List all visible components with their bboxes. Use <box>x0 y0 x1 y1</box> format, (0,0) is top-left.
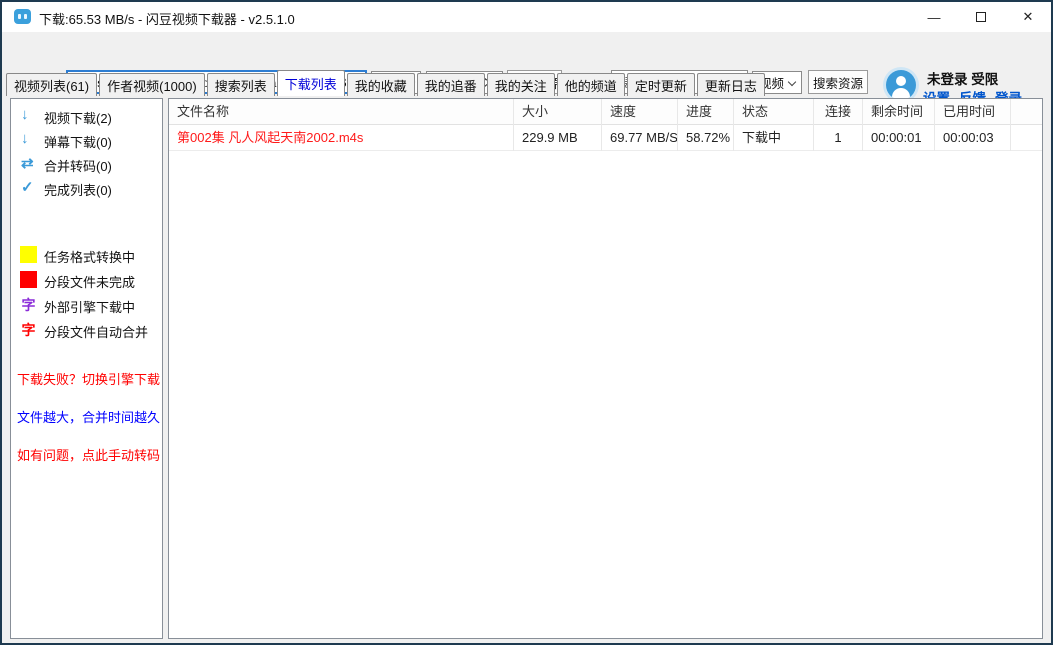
yellow-swatch-icon <box>20 246 37 263</box>
legend-item: 任务格式转换中 <box>11 245 162 267</box>
legend-item: 分段文件未完成 <box>11 270 162 292</box>
note-manual-transcode[interactable]: 如有问题，点此手动转码 <box>17 445 160 464</box>
tab-scheduled-update[interactable]: 定时更新 <box>627 73 695 96</box>
col-connections[interactable]: 连接 <box>814 99 863 125</box>
table-header: 文件名称 大小 速度 进度 状态 连接 剩余时间 已用时间 <box>169 99 1042 125</box>
red-char-icon: 字 <box>20 320 37 340</box>
app-window: 下载:65.53 MB/s - 闪豆视频下载器 - v2.5.1.0 — ✕ 解… <box>0 0 1053 645</box>
tab-my-bangumi[interactable]: 我的追番 <box>417 73 485 96</box>
cell-elapsed-time: 00:00:03 <box>935 125 1011 151</box>
toolbar: 解 析: 自动 MP4-AVC 解析资源 搜 索: 视频 搜索资源 未登录 受限… <box>2 32 1051 70</box>
sidebar-item-label: 完成列表(0) <box>44 180 112 199</box>
sidebar-item-label: 弹幕下载(0) <box>44 132 112 151</box>
tab-update-log[interactable]: 更新日志 <box>697 73 765 96</box>
col-elapsed-time[interactable]: 已用时间 <box>935 99 1011 125</box>
download-table: 文件名称 大小 速度 进度 状态 连接 剩余时间 已用时间 第002集 凡人风起… <box>168 98 1043 639</box>
purple-char-icon: 字 <box>20 295 37 315</box>
sidebar-item-completed-list[interactable]: ✓ 完成列表(0) <box>11 177 162 201</box>
col-size[interactable]: 大小 <box>514 99 602 125</box>
download-icon: ↓ <box>21 130 39 147</box>
cell-status: 下载中 <box>734 125 814 151</box>
merge-arrows-icon: ⇄ <box>21 154 39 172</box>
col-remaining-time[interactable]: 剩余时间 <box>863 99 935 125</box>
tab-strip: 视频列表(61) 作者视频(1000) 搜索列表 下载列表 我的收藏 我的追番 … <box>6 70 1051 96</box>
check-icon: ✓ <box>21 178 39 196</box>
close-button[interactable]: ✕ <box>1005 2 1051 32</box>
maximize-button[interactable] <box>958 2 1004 32</box>
sidebar: ↓ 视频下载(2) ↓ 弹幕下载(0) ⇄ 合并转码(0) ✓ 完成列表(0) … <box>10 98 163 639</box>
table-row[interactable]: 第002集 凡人风起天南2002.m4s 229.9 MB 69.77 MB/S… <box>169 125 1042 151</box>
sidebar-item-danmaku-download[interactable]: ↓ 弹幕下载(0) <box>11 129 162 153</box>
sidebar-item-label: 视频下载(2) <box>44 108 112 127</box>
minimize-button[interactable]: — <box>911 2 957 32</box>
tab-his-channel[interactable]: 他的频道 <box>557 73 625 96</box>
sidebar-item-merge-transcode[interactable]: ⇄ 合并转码(0) <box>11 153 162 177</box>
col-filename[interactable]: 文件名称 <box>169 99 514 125</box>
col-status[interactable]: 状态 <box>734 99 814 125</box>
legend-item: 字 外部引擎下载中 <box>11 295 162 317</box>
app-logo-icon <box>14 9 31 24</box>
sidebar-item-video-download[interactable]: ↓ 视频下载(2) <box>11 105 162 129</box>
tab-author-videos[interactable]: 作者视频(1000) <box>99 73 205 96</box>
cell-progress: 58.72% <box>678 125 734 151</box>
maximize-icon <box>976 12 986 22</box>
legend-item: 字 分段文件自动合并 <box>11 320 162 342</box>
cell-filler <box>1011 125 1042 151</box>
tab-search-list[interactable]: 搜索列表 <box>207 73 275 96</box>
download-icon: ↓ <box>21 106 39 123</box>
red-swatch-icon <box>20 271 37 288</box>
window-title: 下载:65.53 MB/s - 闪豆视频下载器 - v2.5.1.0 <box>39 9 295 28</box>
sidebar-item-label: 合并转码(0) <box>44 156 112 175</box>
cell-remaining-time: 00:00:01 <box>863 125 935 151</box>
tab-my-favorites[interactable]: 我的收藏 <box>347 73 415 96</box>
col-progress[interactable]: 进度 <box>678 99 734 125</box>
note-switch-engine[interactable]: 下载失败？切换引擎下载 <box>17 369 160 388</box>
col-speed[interactable]: 速度 <box>602 99 678 125</box>
cell-connections: 1 <box>814 125 863 151</box>
cell-speed: 69.77 MB/S <box>602 125 678 151</box>
cell-size: 229.9 MB <box>514 125 602 151</box>
tab-my-follows[interactable]: 我的关注 <box>487 73 555 96</box>
title-bar: 下载:65.53 MB/s - 闪豆视频下载器 - v2.5.1.0 — ✕ <box>2 2 1051 32</box>
tab-download-list[interactable]: 下载列表 <box>277 70 345 96</box>
cell-filename: 第002集 凡人风起天南2002.m4s <box>169 125 514 151</box>
col-filler <box>1011 99 1042 125</box>
note-merge-time: 文件越大，合并时间越久 <box>17 407 160 426</box>
tab-video-list[interactable]: 视频列表(61) <box>6 73 97 96</box>
